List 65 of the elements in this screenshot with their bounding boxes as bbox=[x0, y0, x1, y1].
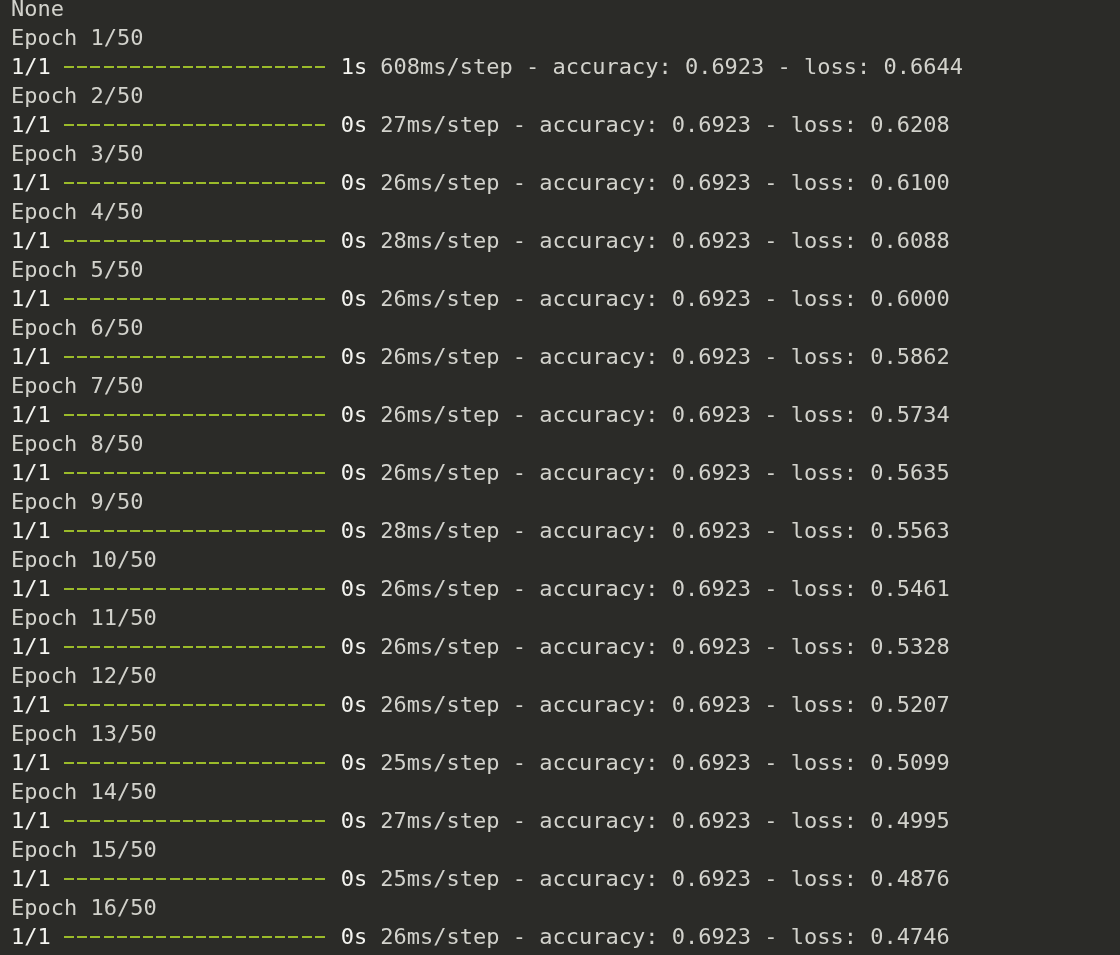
epoch-header: Epoch 4/50 bbox=[11, 198, 144, 226]
epoch-header: Epoch 5/50 bbox=[11, 256, 144, 284]
epoch-header: Epoch 8/50 bbox=[11, 430, 144, 458]
metrics-text: 608ms/step - accuracy: 0.6923 - loss: 0.6644 bbox=[380, 53, 964, 81]
epoch-header: Epoch 10/50 bbox=[11, 546, 157, 574]
epoch-header: Epoch 11/50 bbox=[11, 604, 157, 632]
metrics-text: 26ms/step - accuracy: 0.6923 - loss: 0.6100 bbox=[380, 169, 950, 197]
metrics-text: 26ms/step - accuracy: 0.6923 - loss: 0.5328 bbox=[380, 633, 950, 661]
step-count: 1/1 bbox=[11, 633, 51, 661]
step-count: 1/1 bbox=[11, 53, 51, 81]
metrics-text: 26ms/step - accuracy: 0.6923 - loss: 0.5635 bbox=[380, 459, 950, 487]
elapsed-time: 0s bbox=[340, 401, 368, 429]
epoch-header: Epoch 16/50 bbox=[11, 894, 157, 922]
step-count: 1/1 bbox=[11, 459, 51, 487]
metrics-text: 26ms/step - accuracy: 0.6923 - loss: 0.5734 bbox=[380, 401, 950, 429]
step-count: 1/1 bbox=[11, 111, 51, 139]
elapsed-time: 0s bbox=[340, 865, 368, 893]
elapsed-time: 0s bbox=[340, 517, 368, 545]
elapsed-time: 0s bbox=[340, 169, 368, 197]
metrics-text: 27ms/step - accuracy: 0.6923 - loss: 0.6208 bbox=[380, 111, 950, 139]
epoch-header: Epoch 13/50 bbox=[11, 720, 157, 748]
epoch-header: Epoch 2/50 bbox=[11, 82, 144, 110]
elapsed-time: 0s bbox=[340, 343, 368, 371]
metrics-text: 26ms/step - accuracy: 0.6923 - loss: 0.5461 bbox=[380, 575, 950, 603]
metrics-text: 28ms/step - accuracy: 0.6923 - loss: 0.6088 bbox=[380, 227, 950, 255]
elapsed-time: 0s bbox=[340, 807, 368, 835]
step-count: 1/1 bbox=[11, 227, 51, 255]
epoch-header: Epoch 15/50 bbox=[11, 836, 157, 864]
metrics-text: 26ms/step - accuracy: 0.6923 - loss: 0.4746 bbox=[380, 923, 950, 949]
elapsed-time: 1s bbox=[340, 53, 368, 81]
elapsed-time: 0s bbox=[340, 923, 368, 949]
elapsed-time: 0s bbox=[340, 459, 368, 487]
step-count: 1/1 bbox=[11, 285, 51, 313]
elapsed-time: 0s bbox=[340, 111, 368, 139]
metrics-text: 25ms/step - accuracy: 0.6923 - loss: 0.4876 bbox=[380, 865, 950, 893]
metrics-text: 28ms/step - accuracy: 0.6923 - loss: 0.5563 bbox=[380, 517, 950, 545]
step-count: 1/1 bbox=[11, 401, 51, 429]
metrics-text: 25ms/step - accuracy: 0.6923 - loss: 0.5099 bbox=[380, 749, 950, 777]
step-count: 1/1 bbox=[11, 517, 51, 545]
step-count: 1/1 bbox=[11, 169, 51, 197]
metrics-text: 27ms/step - accuracy: 0.6923 - loss: 0.4995 bbox=[380, 807, 950, 835]
elapsed-time: 0s bbox=[340, 633, 368, 661]
epoch-header: Epoch 6/50 bbox=[11, 314, 144, 342]
epoch-header: Epoch 9/50 bbox=[11, 488, 144, 516]
metrics-text: 26ms/step - accuracy: 0.6923 - loss: 0.5207 bbox=[380, 691, 950, 719]
epoch-header: Epoch 14/50 bbox=[11, 778, 157, 806]
metrics-text: 26ms/step - accuracy: 0.6923 - loss: 0.5862 bbox=[380, 343, 950, 371]
elapsed-time: 0s bbox=[340, 691, 368, 719]
step-count: 1/1 bbox=[11, 691, 51, 719]
console-text: None bbox=[11, 0, 64, 23]
epoch-header: Epoch 1/50 bbox=[11, 24, 144, 52]
elapsed-time: 0s bbox=[340, 575, 368, 603]
elapsed-time: 0s bbox=[340, 285, 368, 313]
step-count: 1/1 bbox=[11, 865, 51, 893]
epoch-header: Epoch 12/50 bbox=[11, 662, 157, 690]
metrics-text: 26ms/step - accuracy: 0.6923 - loss: 0.6000 bbox=[380, 285, 950, 313]
epoch-header: Epoch 7/50 bbox=[11, 372, 144, 400]
epoch-header: Epoch 3/50 bbox=[11, 140, 144, 168]
step-count: 1/1 bbox=[11, 923, 51, 949]
step-count: 1/1 bbox=[11, 749, 51, 777]
step-count: 1/1 bbox=[11, 807, 51, 835]
elapsed-time: 0s bbox=[340, 749, 368, 777]
elapsed-time: 0s bbox=[340, 227, 368, 255]
step-count: 1/1 bbox=[11, 575, 51, 603]
step-count: 1/1 bbox=[11, 343, 51, 371]
